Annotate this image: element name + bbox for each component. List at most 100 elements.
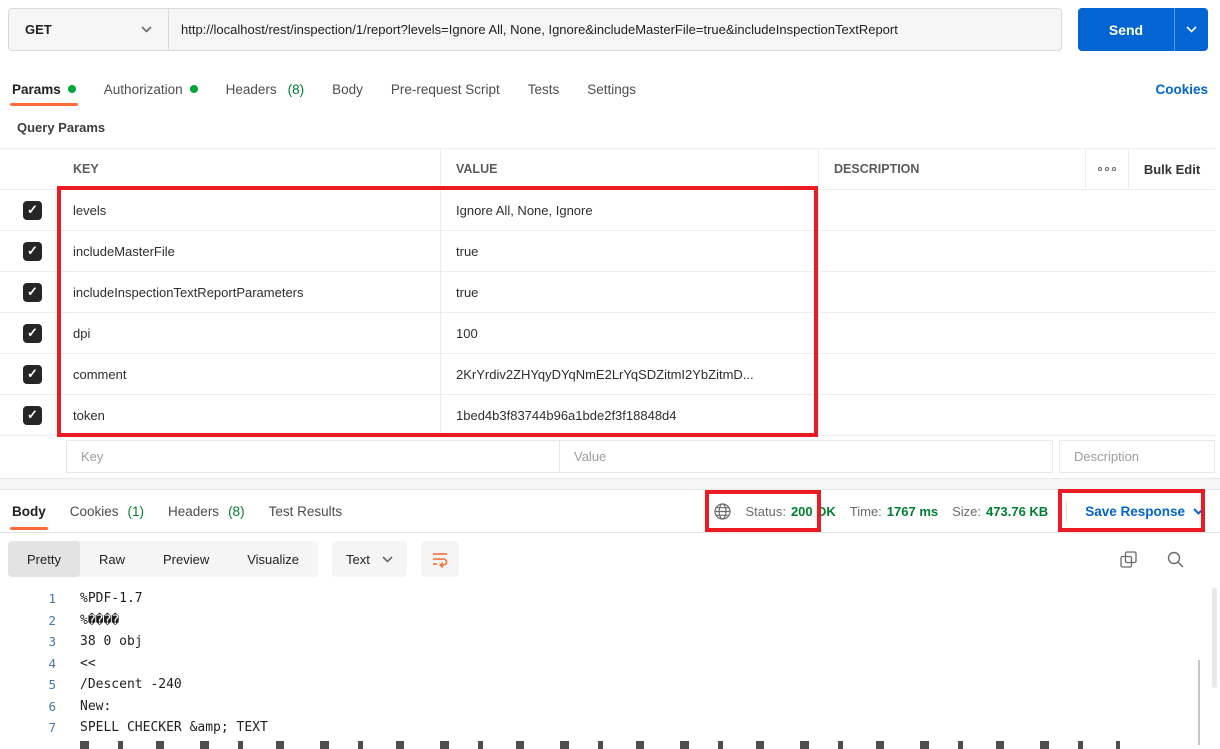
param-value[interactable]: 1bed4b3f83744b96a1bde2f3f18848d4 [440, 395, 818, 435]
code-line: 2 %���� [0, 610, 1220, 632]
send-button-group: Send [1078, 8, 1208, 51]
tab-pre-request-script[interactable]: Pre-request Script [391, 72, 500, 106]
line-number: 7 [0, 720, 56, 735]
response-tools [1120, 551, 1184, 568]
param-checkbox[interactable]: ✓ [23, 283, 42, 302]
chevron-down-icon [1186, 26, 1197, 33]
tab-label: Body [12, 504, 46, 519]
line-number: 6 [0, 699, 56, 714]
more-options-button[interactable] [1085, 149, 1128, 189]
tab-label: Body [332, 82, 363, 97]
chevron-down-icon [1193, 508, 1204, 515]
param-description[interactable] [818, 354, 1085, 394]
view-tab-visualize[interactable]: Visualize [228, 541, 318, 577]
cookies-link[interactable]: Cookies [1155, 82, 1208, 97]
column-header-value: VALUE [440, 149, 818, 189]
chevron-down-icon [141, 26, 152, 33]
time-value: 1767 ms [887, 504, 938, 519]
format-select[interactable]: Text [332, 541, 407, 577]
scrollbar[interactable] [1212, 588, 1217, 688]
tab-response-body[interactable]: Body [12, 490, 46, 532]
status-label: Status: [745, 504, 785, 519]
scrollbar-thumb[interactable] [1198, 660, 1200, 745]
row-spacer [1085, 231, 1128, 271]
globe-icon [714, 503, 731, 520]
param-key[interactable]: dpi [65, 313, 440, 353]
table-row: ✓ comment 2KrYrdiv2ZHYqyDYqNmE2LrYqSDZit… [0, 354, 1215, 395]
param-description[interactable] [818, 190, 1085, 230]
param-value[interactable]: true [440, 272, 818, 312]
param-description[interactable] [818, 395, 1085, 435]
response-tabs: Body Cookies (1) Headers (8) Test Result… [12, 490, 342, 532]
line-text: SPELL CHECKER &amp; TEXT [80, 720, 268, 735]
param-value[interactable]: 100 [440, 313, 818, 353]
param-description[interactable] [818, 231, 1085, 271]
param-checkbox[interactable]: ✓ [23, 324, 42, 343]
authorization-status-dot [190, 85, 198, 93]
param-key[interactable]: comment [65, 354, 440, 394]
code-line: 5 /Descent -240 [0, 674, 1220, 696]
param-value[interactable]: 2KrYrdiv2ZHYqyDYqNmE2LrYqSDZitmI2YbZitmD… [440, 354, 818, 394]
tab-response-headers[interactable]: Headers (8) [168, 490, 245, 532]
response-meta-info: Status: 200 OK Time: 1767 ms Size: 473.7… [714, 501, 1204, 521]
table-row: ✓ token 1bed4b3f83744b96a1bde2f3f18848d4 [0, 395, 1215, 436]
view-tab-preview[interactable]: Preview [144, 541, 228, 577]
wrap-text-icon [431, 550, 449, 568]
param-checkbox[interactable]: ✓ [23, 406, 42, 425]
tab-params[interactable]: Params [12, 72, 76, 106]
view-tab-raw[interactable]: Raw [80, 541, 144, 577]
param-description[interactable] [818, 272, 1085, 312]
param-description[interactable] [818, 313, 1085, 353]
row-spacer [1085, 272, 1128, 312]
send-options-button[interactable] [1174, 8, 1208, 51]
param-checkbox[interactable]: ✓ [23, 365, 42, 384]
tab-authorization[interactable]: Authorization [104, 72, 198, 106]
param-checkbox[interactable]: ✓ [23, 242, 42, 261]
time-label: Time: [850, 504, 882, 519]
param-checkbox[interactable]: ✓ [23, 201, 42, 220]
tab-tests[interactable]: Tests [528, 72, 560, 106]
param-value[interactable]: Ignore All, None, Ignore [440, 190, 818, 230]
tab-test-results[interactable]: Test Results [269, 490, 343, 532]
tab-label: Test Results [269, 504, 343, 519]
new-param-value-input[interactable]: Value [559, 440, 1053, 473]
request-tabs: Params Authorization Headers (8) Body Pr… [12, 72, 1208, 106]
bulk-edit-button[interactable]: Bulk Edit [1128, 149, 1215, 189]
param-key[interactable]: token [65, 395, 440, 435]
postman-window: GET http://localhost/rest/inspection/1/r… [0, 0, 1220, 749]
column-header-description: DESCRIPTION [818, 149, 1085, 189]
dot-icon [1098, 167, 1102, 171]
url-text: http://localhost/rest/inspection/1/repor… [181, 22, 898, 37]
size-value: 473.76 KB [986, 504, 1048, 519]
params-status-dot [68, 85, 76, 93]
table-row: ✓ levels Ignore All, None, Ignore [0, 190, 1215, 231]
tab-settings[interactable]: Settings [587, 72, 636, 106]
tab-label: Pre-request Script [391, 82, 500, 97]
search-button[interactable] [1167, 551, 1184, 568]
tab-headers[interactable]: Headers (8) [226, 72, 305, 106]
view-tab-pretty[interactable]: Pretty [8, 541, 80, 577]
vertical-divider [1066, 501, 1067, 521]
tab-label: Headers [226, 82, 277, 97]
request-url-bar: GET http://localhost/rest/inspection/1/r… [8, 8, 1208, 51]
url-input[interactable]: http://localhost/rest/inspection/1/repor… [169, 9, 1061, 50]
new-param-key-input[interactable]: Key [66, 440, 560, 473]
code-line: 6 New: [0, 696, 1220, 718]
code-line: 3 38 0 obj [0, 631, 1220, 653]
dot-icon [1105, 167, 1109, 171]
response-body-editor[interactable]: 1 %PDF-1.7 2 %���� 3 38 0 obj 4 << 5 /De… [0, 588, 1220, 749]
param-key[interactable]: includeInspectionTextReportParameters [65, 272, 440, 312]
save-response-button[interactable]: Save Response [1085, 504, 1204, 519]
method-select[interactable]: GET [9, 9, 169, 50]
new-param-description-input[interactable]: Description [1059, 440, 1215, 473]
wrap-text-button[interactable] [421, 541, 459, 577]
tab-response-cookies[interactable]: Cookies (1) [70, 490, 144, 532]
row-spacer [1128, 231, 1215, 271]
param-value[interactable]: true [440, 231, 818, 271]
tab-body[interactable]: Body [332, 72, 363, 106]
send-button[interactable]: Send [1078, 8, 1174, 51]
copy-button[interactable] [1120, 551, 1137, 568]
param-key[interactable]: levels [65, 190, 440, 230]
line-number: 4 [0, 656, 56, 671]
param-key[interactable]: includeMasterFile [65, 231, 440, 271]
